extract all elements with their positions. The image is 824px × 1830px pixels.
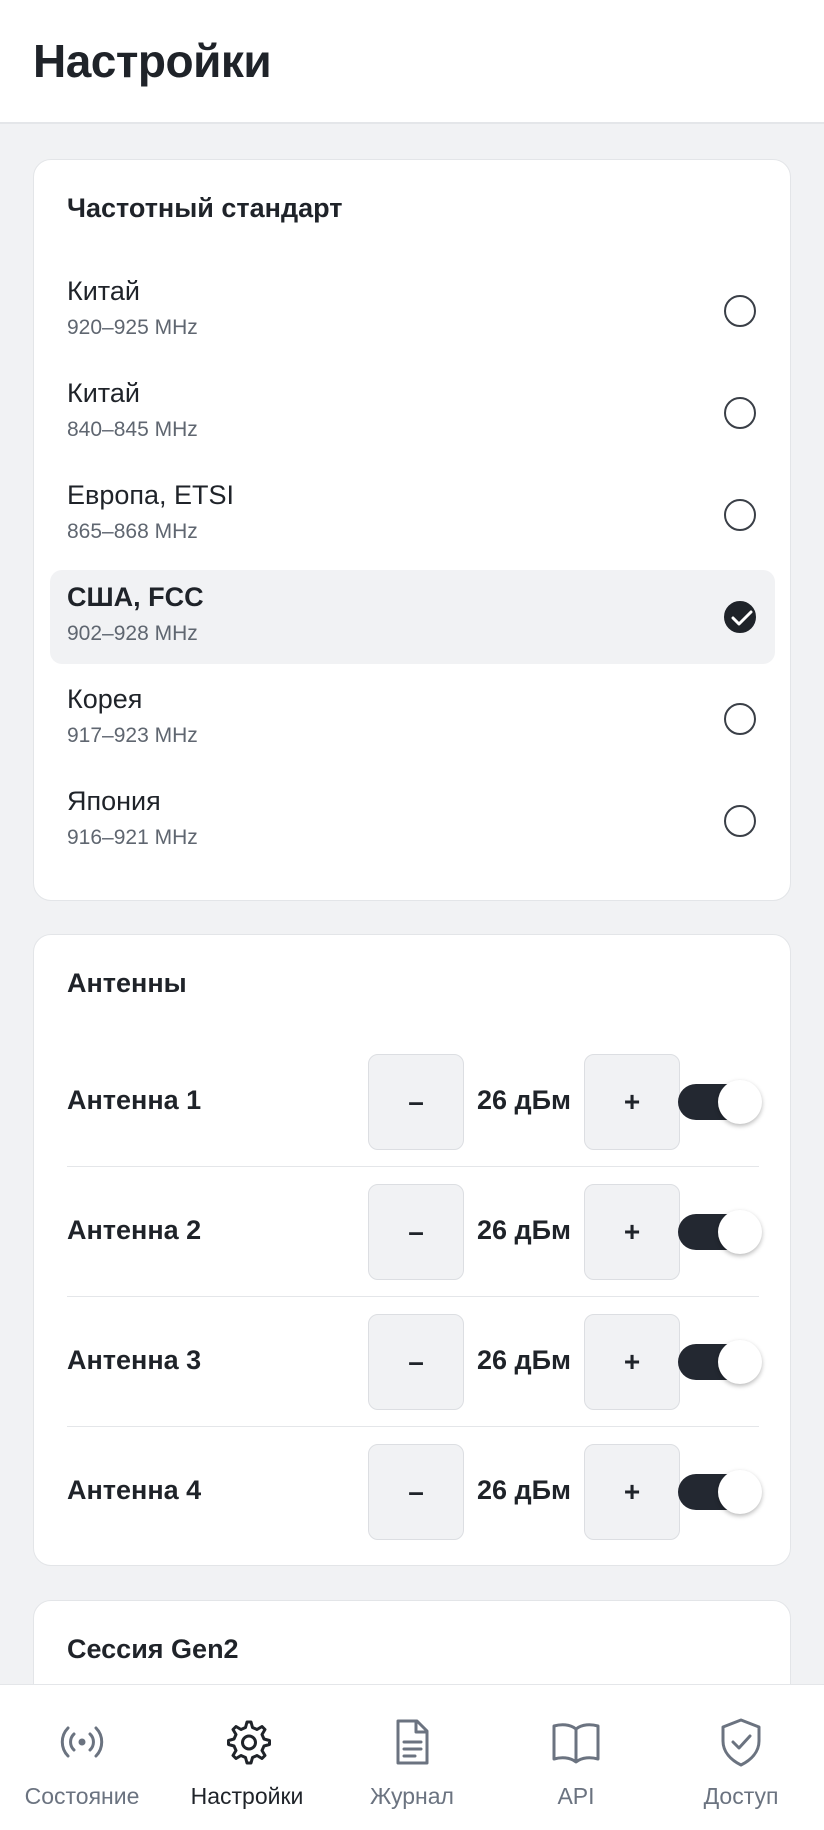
antenna-name: Антенна 3 [67, 1345, 202, 1375]
radio-button[interactable] [724, 499, 756, 531]
antennas-card: Антенны Антенна 1 – 26 дБм + Антенна 2 –… [33, 934, 791, 1566]
antenna-row: Антенна 3 – 26 дБм + [67, 1297, 762, 1427]
document-icon [396, 1719, 429, 1765]
antenna-enable-toggle[interactable] [678, 1340, 762, 1384]
radio-button[interactable] [724, 295, 756, 327]
frequency-option[interactable]: Китай 920–925 MHz [50, 264, 775, 358]
broadcast-icon [60, 1726, 104, 1758]
frequency-option-range: 840–845 MHz [67, 418, 198, 441]
antenna-row: Антенна 4 – 26 дБм + [67, 1427, 762, 1557]
frequency-option[interactable]: Япония 916–921 MHz [50, 774, 775, 868]
nav-item-status[interactable]: Состояние [0, 1685, 164, 1830]
frequency-option-range: 920–925 MHz [67, 316, 198, 339]
checkmark-icon [731, 610, 753, 626]
nav-label: Состояние [24, 1783, 140, 1809]
antenna-enable-toggle[interactable] [678, 1210, 762, 1254]
nav-label: Доступ [703, 1783, 779, 1809]
antenna-enable-toggle[interactable] [678, 1080, 762, 1124]
shield-check-icon [721, 1718, 761, 1767]
frequency-option[interactable]: Китай 840–845 MHz [50, 366, 775, 460]
app-header: Настройки [0, 0, 824, 124]
toggle-knob [718, 1340, 762, 1384]
antenna-power-value: 26 дБм [476, 1475, 572, 1505]
antenna-list: Антенна 1 – 26 дБм + Антенна 2 – 26 дБм … [67, 1037, 762, 1557]
nav-item-settings[interactable]: Настройки [164, 1685, 330, 1830]
frequency-option-selected[interactable]: США, FCC 902–928 MHz [50, 570, 775, 664]
increase-power-button[interactable]: + [584, 1314, 680, 1410]
frequency-option-range: 916–921 MHz [67, 826, 198, 849]
radio-button[interactable] [724, 703, 756, 735]
nav-item-access[interactable]: Доступ [658, 1685, 824, 1830]
antenna-name: Антенна 1 [67, 1085, 202, 1115]
frequency-option-name: Китай [67, 276, 140, 306]
antenna-row: Антенна 1 – 26 дБм + [67, 1037, 762, 1167]
decrease-power-button[interactable]: – [368, 1444, 464, 1540]
radio-button-checked[interactable] [724, 601, 756, 633]
nav-label: API [557, 1783, 595, 1809]
frequency-list: Китай 920–925 MHz Китай 840–845 MHz Евро… [50, 264, 775, 876]
frequency-option-name: Китай [67, 378, 140, 408]
nav-item-api[interactable]: API [494, 1685, 658, 1830]
frequency-option-name: США, FCC [67, 582, 204, 612]
antennas-card-title: Антенны [67, 968, 187, 998]
session-card-title: Сессия Gen2 [67, 1634, 239, 1664]
frequency-option-name: Корея [67, 684, 143, 714]
frequency-option[interactable]: Европа, ETSI 865–868 MHz [50, 468, 775, 562]
book-icon [552, 1723, 600, 1764]
nav-label: Настройки [190, 1783, 304, 1809]
decrease-power-button[interactable]: – [368, 1184, 464, 1280]
nav-item-log[interactable]: Журнал [330, 1685, 494, 1830]
frequency-option-name: Япония [67, 786, 161, 816]
antenna-name: Антенна 4 [67, 1475, 202, 1505]
decrease-power-button[interactable]: – [368, 1314, 464, 1410]
antenna-power-value: 26 дБм [476, 1345, 572, 1375]
antenna-power-value: 26 дБм [476, 1085, 572, 1115]
toggle-knob [718, 1210, 762, 1254]
antenna-row: Антенна 2 – 26 дБм + [67, 1167, 762, 1297]
gear-icon [227, 1720, 271, 1765]
settings-content[interactable]: Частотный стандарт Китай 920–925 MHz Кит… [0, 126, 824, 1684]
page-title: Настройки [33, 35, 272, 87]
increase-power-button[interactable]: + [584, 1184, 680, 1280]
session-gen2-card: Сессия Gen2 [33, 1600, 791, 1684]
antenna-name: Антенна 2 [67, 1215, 202, 1245]
frequency-option-range: 902–928 MHz [67, 622, 198, 645]
frequency-option-range: 865–868 MHz [67, 520, 198, 543]
frequency-card-title: Частотный стандарт [67, 193, 343, 223]
decrease-power-button[interactable]: – [368, 1054, 464, 1150]
toggle-knob [718, 1080, 762, 1124]
nav-label: Журнал [370, 1783, 454, 1809]
radio-button[interactable] [724, 805, 756, 837]
radio-button[interactable] [724, 397, 756, 429]
increase-power-button[interactable]: + [584, 1054, 680, 1150]
bottom-navigation: Состояние Настройки Журнал API Доступ [0, 1684, 824, 1830]
toggle-knob [718, 1470, 762, 1514]
antenna-enable-toggle[interactable] [678, 1470, 762, 1514]
frequency-standard-card: Частотный стандарт Китай 920–925 MHz Кит… [33, 159, 791, 901]
frequency-option-name: Европа, ETSI [67, 480, 235, 510]
frequency-option[interactable]: Корея 917–923 MHz [50, 672, 775, 766]
frequency-option-range: 917–923 MHz [67, 724, 198, 747]
increase-power-button[interactable]: + [584, 1444, 680, 1540]
antenna-power-value: 26 дБм [476, 1215, 572, 1245]
